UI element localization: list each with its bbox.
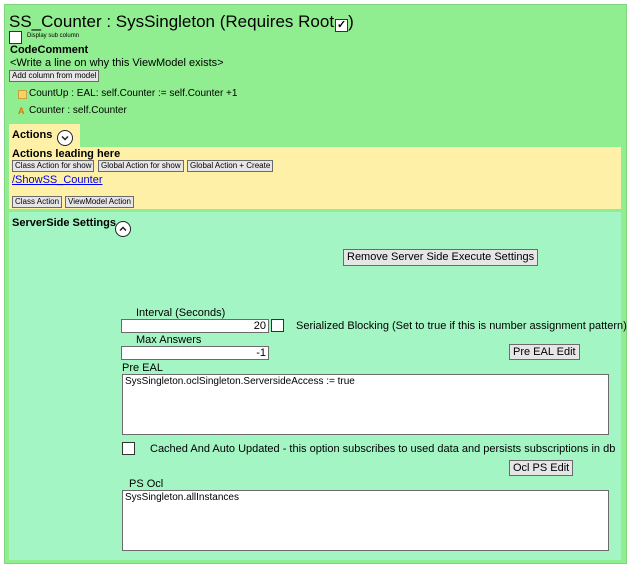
actions-leading-panel: Actions leading here Class Action for sh… [9, 147, 621, 209]
actions-leading-heading: Actions leading here [12, 148, 121, 160]
serialized-blocking-checkbox[interactable] [271, 319, 284, 332]
page-title: SS_Counter : SysSingleton (Requires Root… [9, 12, 354, 32]
class-action-button[interactable]: Class Action [12, 196, 63, 208]
chevron-up-icon [119, 226, 127, 232]
ps-ocl-label: PS Ocl [129, 478, 164, 490]
list-item[interactable]: CountUp : EAL: self.Counter := self.Coun… [18, 88, 318, 102]
code-comment-heading: CodeComment [10, 44, 89, 56]
attribute-column-icon: A [18, 106, 25, 116]
actions-heading: Actions [12, 129, 53, 141]
interval-label: Interval (Seconds) [136, 307, 226, 319]
actions-header: Actions [9, 124, 80, 148]
global-action-create-button[interactable]: Global Action + Create [187, 160, 274, 172]
pre-eal-label: Pre EAL [122, 362, 163, 374]
interval-input[interactable]: 20 [121, 319, 269, 333]
ps-ocl-textarea[interactable]: SysSingleton.allInstances [122, 490, 609, 551]
title-text: SS_Counter : SysSingleton (Requires Root [9, 12, 335, 31]
ocl-ps-edit-button[interactable]: Ocl PS Edit [509, 460, 574, 476]
pre-eal-textarea[interactable]: SysSingleton.oclSingleton.ServersideAcce… [122, 374, 609, 435]
action-column-icon [18, 90, 27, 99]
global-action-for-show-button[interactable]: Global Action for show [98, 160, 184, 172]
max-answers-input[interactable]: -1 [121, 346, 269, 360]
actions-expand-button[interactable] [57, 130, 73, 146]
display-sub-column-checkbox[interactable] [9, 31, 22, 44]
pre-eal-edit-button[interactable]: Pre EAL Edit [509, 344, 580, 360]
cached-auto-updated-label: Cached And Auto Updated - this option su… [150, 443, 616, 455]
serialized-blocking-label: Serialized Blocking (Set to true if this… [296, 320, 627, 332]
show-ss-counter-link[interactable]: /ShowSS_Counter [12, 174, 103, 186]
code-comment-text[interactable]: <Write a line on why this ViewModel exis… [10, 57, 224, 69]
chevron-down-icon [61, 135, 69, 141]
serverside-panel: ServerSide Settings Remove Server Side E… [9, 212, 627, 560]
class-action-for-show-button[interactable]: Class Action for show [12, 160, 95, 172]
display-sub-column-label: Display sub column [27, 33, 80, 39]
add-column-button[interactable]: Add column from model [9, 70, 100, 82]
cached-auto-updated-checkbox[interactable] [122, 442, 135, 455]
list-item[interactable]: A Counter : self.Counter [18, 105, 318, 119]
max-answers-label: Max Answers [136, 334, 202, 346]
viewmodel-panel: SS_Counter : SysSingleton (Requires Root… [4, 4, 627, 564]
requires-root-checkbox[interactable]: ✓ [335, 19, 349, 32]
remove-serverside-settings-button[interactable]: Remove Server Side Execute Settings [343, 249, 539, 266]
serverside-collapse-button[interactable] [115, 221, 131, 237]
serverside-heading: ServerSide Settings [12, 217, 116, 229]
viewmodel-action-button[interactable]: ViewModel Action [65, 196, 134, 208]
